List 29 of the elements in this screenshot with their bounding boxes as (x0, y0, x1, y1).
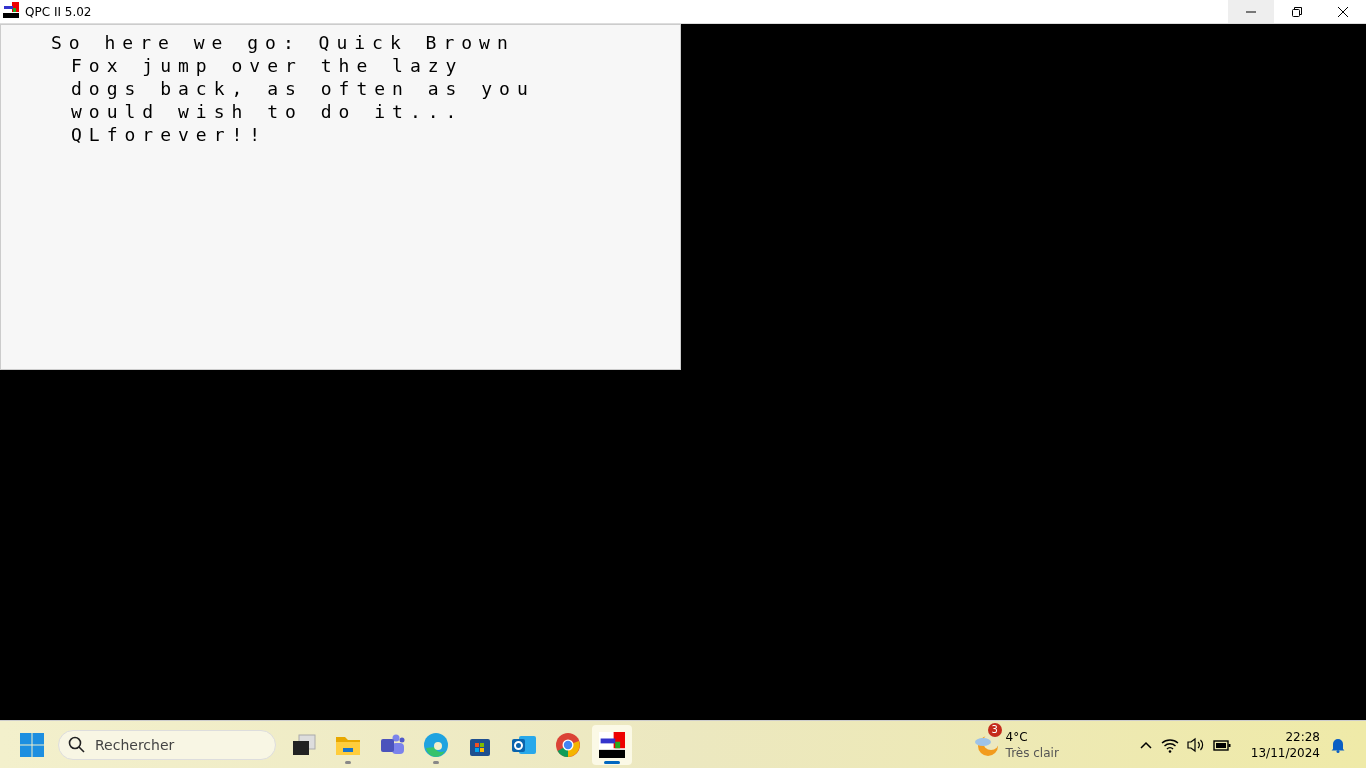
clock-time[interactable]: 22:28 (1285, 728, 1320, 745)
notification-badge: 3 (987, 722, 1002, 737)
app-logo-icon (599, 731, 625, 758)
battery-icon[interactable] (1212, 737, 1231, 752)
close-icon (1337, 5, 1349, 18)
swirl-icon (423, 731, 449, 758)
search-field[interactable]: Rechercher (58, 729, 276, 760)
taskbar-app-button[interactable] (592, 724, 632, 765)
screen-text-line: dogs back, as often as you (71, 77, 535, 100)
search-icon (68, 735, 85, 753)
clock-date[interactable]: 13/11/2024 (1250, 744, 1320, 761)
window-title: QPC II 5.02 (25, 4, 93, 19)
wifi-icon[interactable] (1160, 736, 1179, 753)
screen-text-line: would wish to do it... (71, 100, 464, 123)
weather-icon (973, 731, 1000, 758)
app-logo-icon (3, 1, 19, 18)
weather-condition-text: Très clair (1005, 744, 1059, 761)
bell-icon[interactable] (1330, 736, 1346, 753)
temperature-text: 4°C (1005, 728, 1029, 745)
screen-text-line: Fox jump over the lazy (71, 54, 464, 77)
screen-text-line: So here we go: Quick Brown (51, 31, 515, 54)
windows-icon (291, 732, 317, 757)
restore-icon (1291, 5, 1303, 18)
screen-text-line: QLforever!! (71, 123, 268, 146)
chevron-up-icon[interactable] (1138, 739, 1153, 750)
speaker-icon[interactable] (1186, 736, 1205, 753)
browser-icon (555, 731, 581, 758)
people-icon (379, 732, 405, 757)
windows-logo-icon[interactable] (20, 732, 44, 757)
